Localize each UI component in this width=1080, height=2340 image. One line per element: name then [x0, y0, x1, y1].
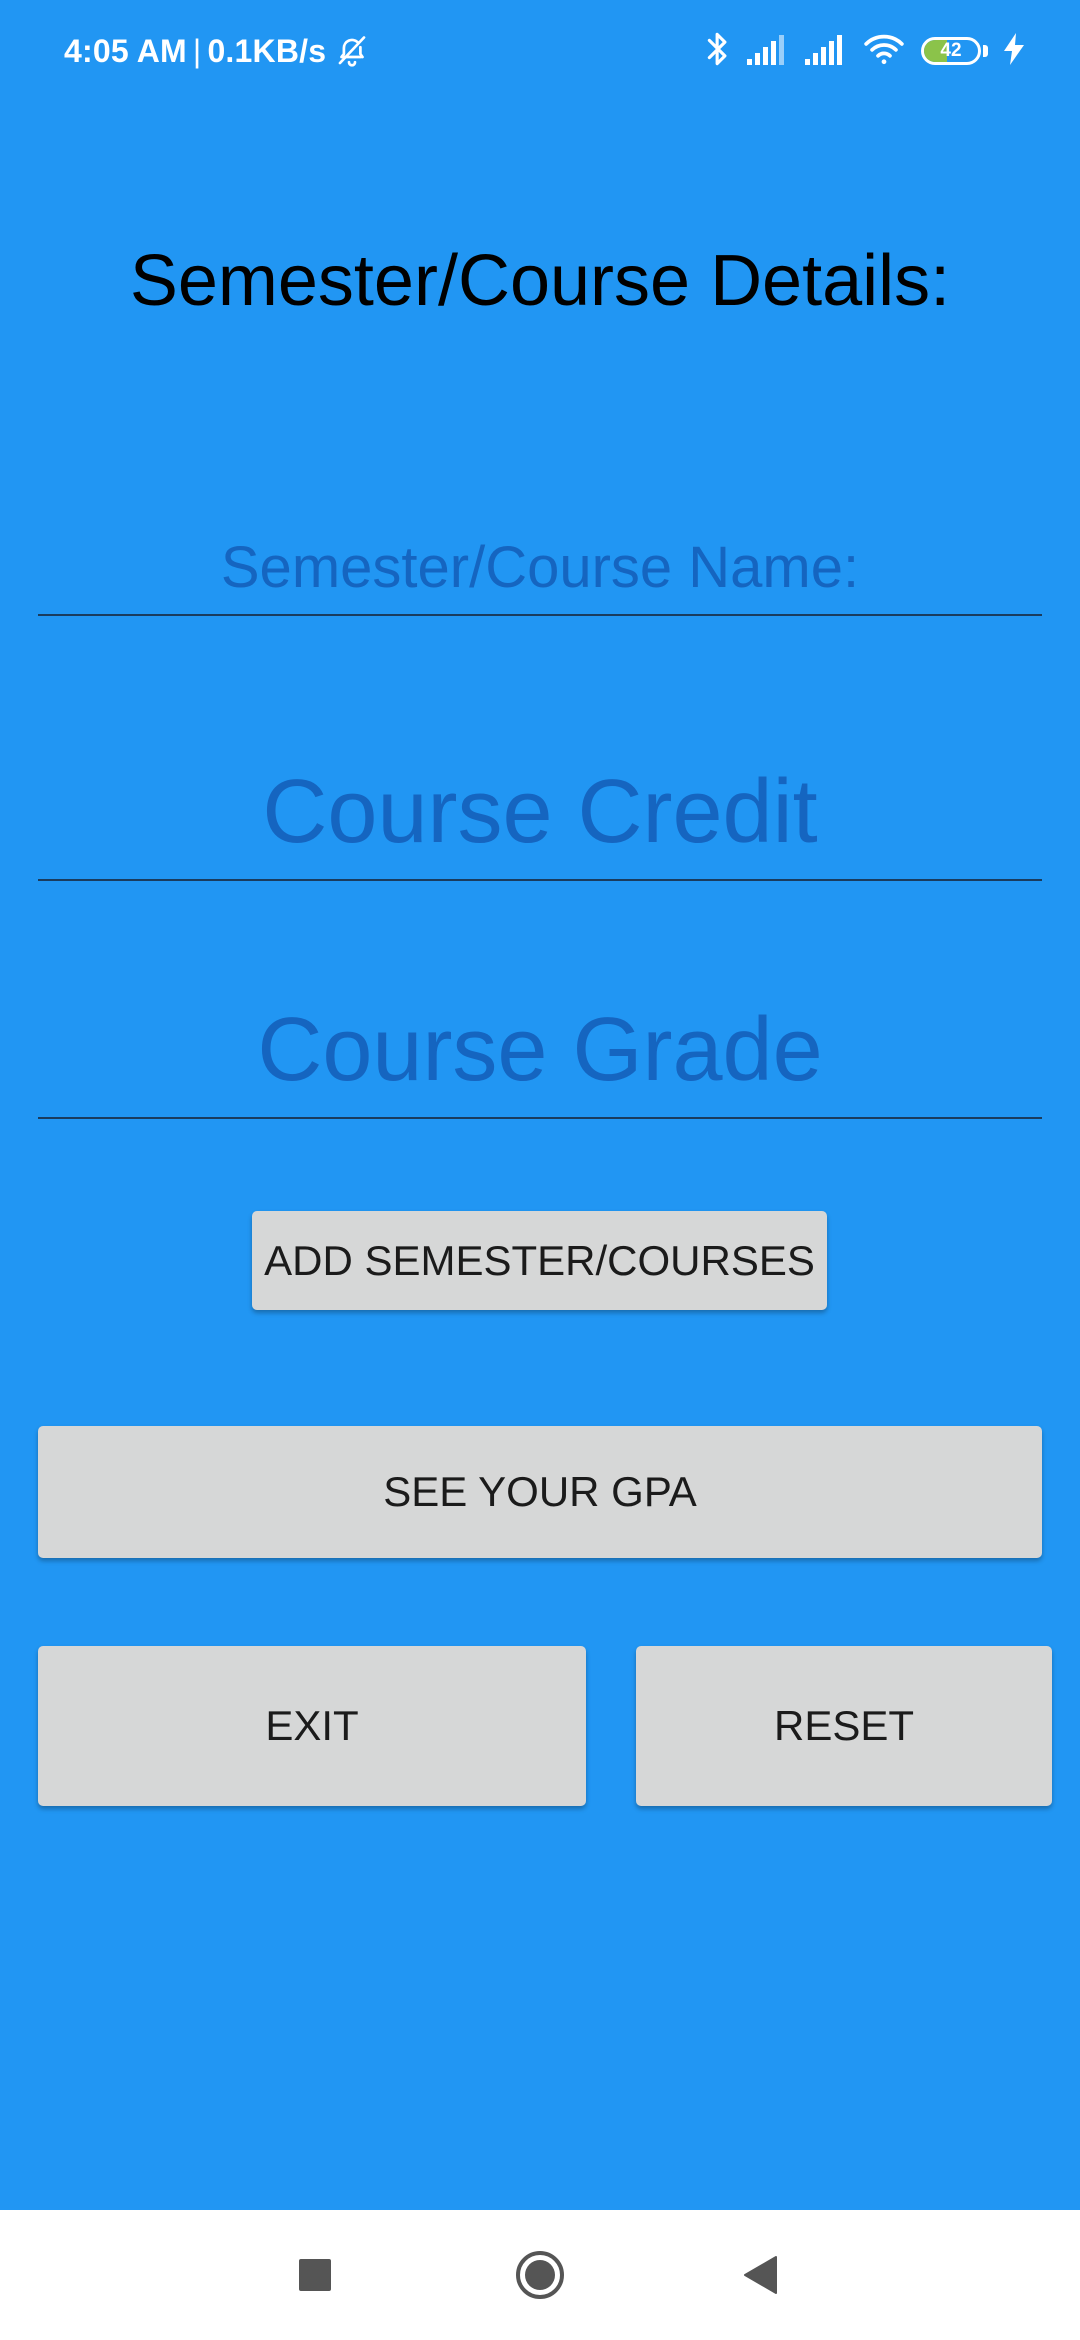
status-network-speed: 0.1KB/s	[207, 32, 327, 69]
add-semester-courses-button[interactable]: ADD SEMESTER/COURSES	[252, 1211, 827, 1310]
exit-button[interactable]: EXIT	[38, 1646, 586, 1806]
page-title: Semester/Course Details:	[129, 241, 951, 321]
reset-button[interactable]: RESET	[636, 1646, 1052, 1806]
course-credit-input[interactable]	[38, 745, 1042, 881]
bluetooth-icon	[705, 30, 731, 73]
bell-off-icon	[334, 33, 370, 69]
status-right: 42	[705, 26, 1024, 76]
battery-icon: 42	[921, 37, 981, 65]
back-triangle-icon[interactable]	[720, 2210, 800, 2340]
see-your-gpa-button[interactable]: SEE YOUR GPA	[38, 1426, 1042, 1558]
status-time: 4:05 AM	[64, 32, 187, 69]
battery-terminal	[983, 45, 988, 57]
semester-course-name-input[interactable]	[38, 520, 1042, 616]
home-circle-icon[interactable]	[500, 2210, 580, 2340]
recents-square-icon[interactable]	[275, 2210, 355, 2340]
status-separator: |	[192, 32, 202, 69]
status-bar: 4:05 AM | 0.1KB/s 42	[0, 0, 1080, 100]
wifi-icon	[863, 32, 905, 71]
navigation-bar	[0, 2210, 1080, 2340]
course-grade-input[interactable]	[38, 983, 1042, 1119]
status-left: 4:05 AM | 0.1KB/s	[64, 28, 370, 74]
battery-level: 42	[940, 40, 962, 61]
signal-icon	[747, 33, 789, 70]
signal-icon	[805, 33, 847, 70]
charging-icon	[1004, 32, 1024, 70]
